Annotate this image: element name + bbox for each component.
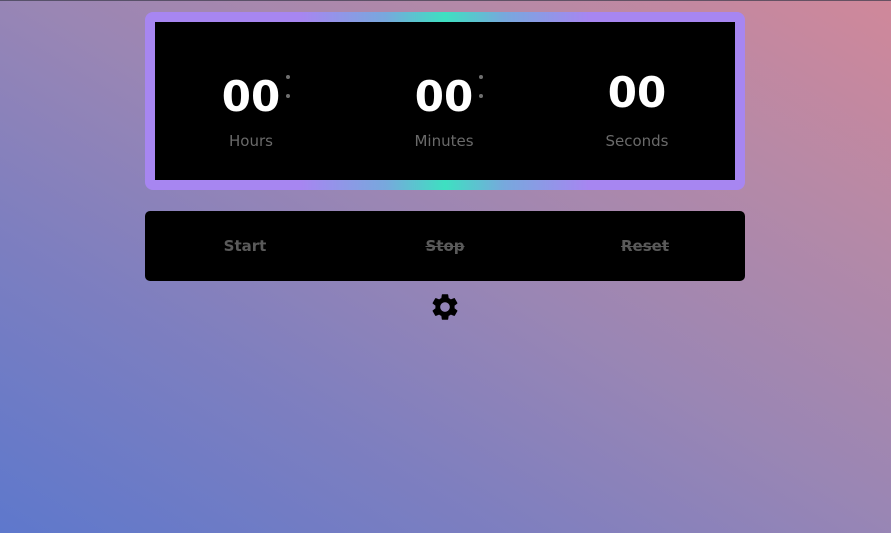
minutes-unit: 00 Minutes xyxy=(379,22,509,180)
stop-button[interactable]: Stop xyxy=(345,211,545,281)
seconds-value: 00 xyxy=(607,68,667,117)
minutes-seconds-separator xyxy=(479,75,485,101)
reset-button[interactable]: Reset xyxy=(545,211,745,281)
timer-controls: Start Stop Reset xyxy=(145,211,745,281)
hours-value: 00 xyxy=(221,72,281,121)
timer-panel: 00 Hours 00 Minutes 00 Seconds xyxy=(155,22,735,180)
top-edge-line xyxy=(0,0,891,1)
seconds-label: Seconds xyxy=(605,132,669,150)
hours-minutes-separator xyxy=(286,75,292,101)
hours-unit: 00 Hours xyxy=(186,22,316,180)
minutes-value: 00 xyxy=(414,72,474,121)
gear-icon xyxy=(432,294,458,320)
settings-button[interactable] xyxy=(429,291,461,323)
hours-label: Hours xyxy=(229,132,273,150)
minutes-label: Minutes xyxy=(414,132,474,150)
seconds-unit: 00 Seconds xyxy=(572,22,702,180)
start-button[interactable]: Start xyxy=(145,211,345,281)
timer-display: 00 Hours 00 Minutes 00 Seconds xyxy=(145,12,745,190)
